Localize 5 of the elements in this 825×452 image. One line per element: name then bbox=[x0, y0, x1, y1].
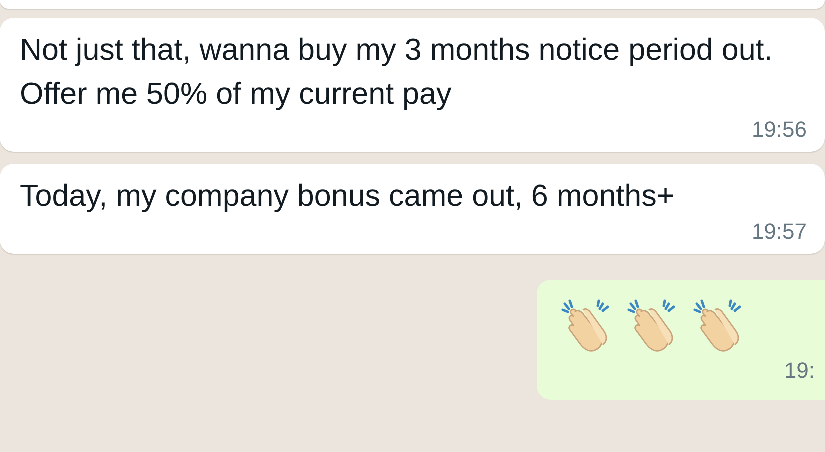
message-time: 19: bbox=[784, 357, 815, 385]
message-time: 19:57 bbox=[750, 218, 807, 246]
message-text: Today, my company bonus came out, 6 months+ bbox=[20, 178, 676, 215]
message-time: 19:56 bbox=[750, 116, 807, 144]
message-text: Not just that, wanna buy my 3 months notice period out. Offer me 50% of my current pay bbox=[20, 32, 774, 113]
